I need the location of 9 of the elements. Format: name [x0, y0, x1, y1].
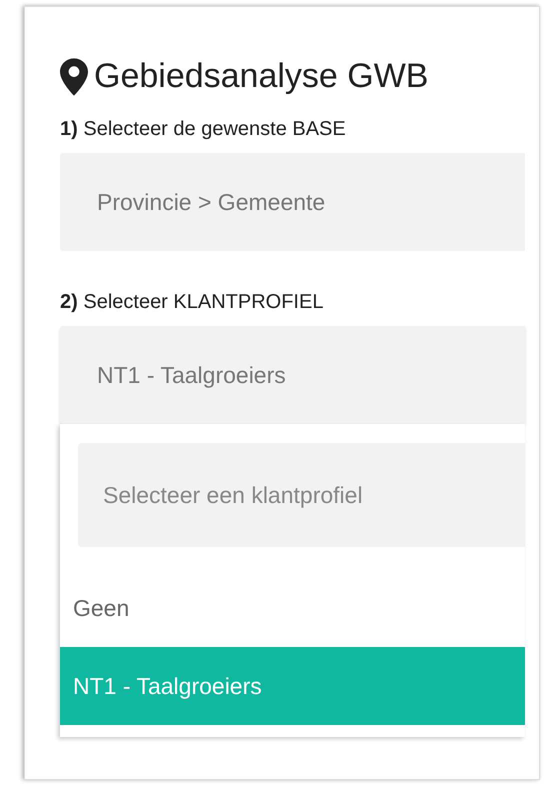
- field-label: 1) Selecteer de gewenste BASE: [60, 118, 347, 141]
- panel-title: Gebiedsanalyse GWB: [94, 57, 428, 96]
- field-label: 2) Selecteer KLANTPROFIEL: [60, 291, 324, 314]
- dropdown-option[interactable]: NT1 - Taalgroeiers: [60, 647, 525, 725]
- dropdown-option[interactable]: Geen: [60, 569, 525, 647]
- select-field[interactable]: Provincie > Gemeente: [60, 153, 525, 251]
- map-pin-icon: [60, 58, 88, 96]
- search-field[interactable]: Selecteer een klantprofiel: [78, 443, 525, 547]
- select-field[interactable]: NT1 - Taalgroeiers: [60, 326, 525, 424]
